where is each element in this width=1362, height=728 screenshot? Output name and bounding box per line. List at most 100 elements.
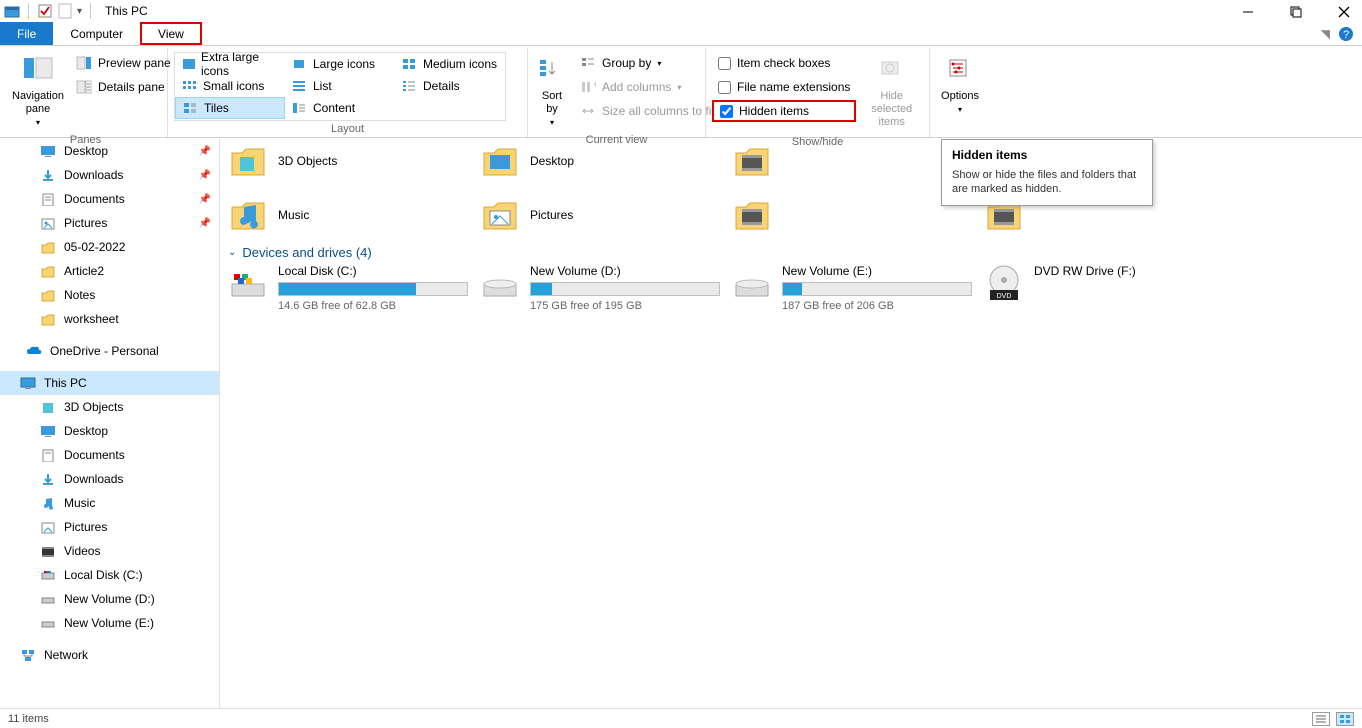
drive-new-volume-d-[interactable]: New Volume (D:)175 GB free of 195 GB [480,264,720,312]
svg-text:?: ? [1343,29,1349,41]
layout-medium[interactable]: Medium icons [395,53,505,75]
tab-computer[interactable]: Computer [53,22,140,45]
size-all-columns-button[interactable]: Size all columns to fit [574,100,721,122]
ribbon-tabs: File Computer View ◥ ? [0,22,1362,46]
nav-pictures[interactable]: Pictures [0,515,219,539]
nav-quick-article2[interactable]: Article2 [0,259,219,283]
tooltip-title: Hidden items [952,148,1142,162]
close-button[interactable] [1332,4,1356,20]
layout-list[interactable]: List [285,75,395,97]
nav-3d-objects[interactable]: 3D Objects [0,395,219,419]
tiles-view-icon[interactable] [1336,712,1354,726]
nav-new-volume-e-[interactable]: New Volume (E:) [0,611,219,635]
layout-tiles[interactable]: Tiles [175,97,285,119]
nav-new-volume-d-[interactable]: New Volume (D:) [0,587,219,611]
nav-music[interactable]: Music [0,491,219,515]
nav-network-label: Network [44,648,88,662]
nav-desktop[interactable]: Desktop [0,419,219,443]
layout-details[interactable]: Details [395,75,505,97]
help-icon[interactable]: ? [1338,26,1354,42]
chevron-down-icon: ▾ [36,118,40,128]
ribbon-collapse-icon[interactable]: ◥ [1321,27,1330,41]
nav-documents[interactable]: Documents [0,443,219,467]
hidden-items-toggle[interactable]: Hidden items [712,100,856,122]
minimize-button[interactable] [1236,4,1260,20]
status-item-count: 11 items [8,713,49,725]
preview-pane-label: Preview pane [98,56,171,70]
details-view-icon[interactable] [1312,712,1330,726]
nav-onedrive-label: OneDrive - Personal [50,344,159,358]
drive-icon [732,264,772,304]
folder-music[interactable]: Music [228,191,468,239]
item-check-label: Item check boxes [737,56,830,70]
options-button[interactable]: Options ▾ [936,52,984,119]
details-pane-button[interactable]: Details pane [70,76,177,98]
nav-videos[interactable]: Videos [0,539,219,563]
folder-item[interactable] [732,139,972,185]
sort-by-button[interactable]: Sort by ▾ [534,52,570,132]
item-check-boxes-toggle[interactable]: Item check boxes [712,52,856,74]
folder-desktop[interactable]: Desktop [480,139,720,185]
nav-this-pc-label: This PC [44,376,87,390]
devices-section-header[interactable]: ⌄ Devices and drives (4) [228,245,1354,260]
folder-icon [480,141,520,181]
nav-quick-desktop[interactable]: Desktop📌 [0,139,219,163]
nav-quick-pictures[interactable]: Pictures📌 [0,211,219,235]
navigation-pane[interactable]: Desktop📌Downloads📌Documents📌Pictures📌05-… [0,139,220,708]
folder-icon [480,195,520,235]
nav-quick-notes[interactable]: Notes [0,283,219,307]
hidden-items-label: Hidden items [739,104,809,118]
hide-selected-label: Hide selected items [862,90,921,130]
nav-network[interactable]: Network [0,643,219,667]
qat-checkbox-icon[interactable] [37,3,53,19]
nav-quick-documents[interactable]: Documents📌 [0,187,219,211]
folder-icon [228,141,268,181]
drive-usage-bar [530,282,720,296]
layout-options[interactable]: Extra large icons Large icons Medium ico… [174,52,506,121]
devices-header-label: Devices and drives (4) [242,245,371,260]
group-by-button[interactable]: Group by ▾ [574,52,721,74]
drive-dvd-rw-drive-f-[interactable]: DVDDVD RW Drive (F:) [984,264,1224,312]
nav-this-pc[interactable]: This PC [0,371,219,395]
nav-onedrive[interactable]: OneDrive - Personal [0,339,219,363]
layout-extra-large[interactable]: Extra large icons [175,53,285,75]
layout-large[interactable]: Large icons [285,53,395,75]
tab-view[interactable]: View [140,22,202,45]
add-columns-label: Add columns [602,80,671,94]
pin-icon: 📌 [199,194,211,205]
nav-quick-05-02-2022[interactable]: 05-02-2022 [0,235,219,259]
maximize-button[interactable] [1284,4,1308,20]
drive-local-disk-c-[interactable]: Local Disk (C:)14.6 GB free of 62.8 GB [228,264,468,312]
nav-downloads[interactable]: Downloads [0,467,219,491]
layout-content[interactable]: Content [285,97,395,119]
preview-pane-button[interactable]: Preview pane [70,52,177,74]
drive-usage-bar [278,282,468,296]
pin-icon: 📌 [199,170,211,181]
tab-file[interactable]: File [0,22,53,45]
navigation-pane-button[interactable]: Navigation pane ▾ [10,52,66,132]
nav-local-disk-c-[interactable]: Local Disk (C:) [0,563,219,587]
drive-icon [228,264,268,304]
layout-small[interactable]: Small icons [175,75,285,97]
svg-text:DVD: DVD [997,293,1012,300]
nav-quick-downloads[interactable]: Downloads📌 [0,163,219,187]
pin-icon: 📌 [199,146,211,157]
drive-new-volume-e-[interactable]: New Volume (E:)187 GB free of 206 GB [732,264,972,312]
file-ext-label: File name extensions [737,80,850,94]
hide-selected-items-button[interactable]: Hide selected items [860,52,923,134]
folder-icon [732,141,772,181]
system-icon [4,3,20,19]
folder-item[interactable] [732,191,972,239]
hidden-items-tooltip: Hidden items Show or hide the files and … [941,139,1153,206]
drive-icon: DVD [984,264,1024,304]
qat-blank-icon[interactable] [57,3,73,19]
add-columns-button[interactable]: + Add columns ▾ [574,76,721,98]
drive-icon [480,264,520,304]
nav-quick-worksheet[interactable]: worksheet [0,307,219,331]
folder-pictures[interactable]: Pictures [480,191,720,239]
size-all-label: Size all columns to fit [602,104,715,118]
chevron-down-icon: ▾ [550,118,554,128]
folder-3d-objects[interactable]: 3D Objects [228,139,468,185]
file-name-extensions-toggle[interactable]: File name extensions [712,76,856,98]
qat-dropdown-icon[interactable]: ▾ [77,6,82,17]
